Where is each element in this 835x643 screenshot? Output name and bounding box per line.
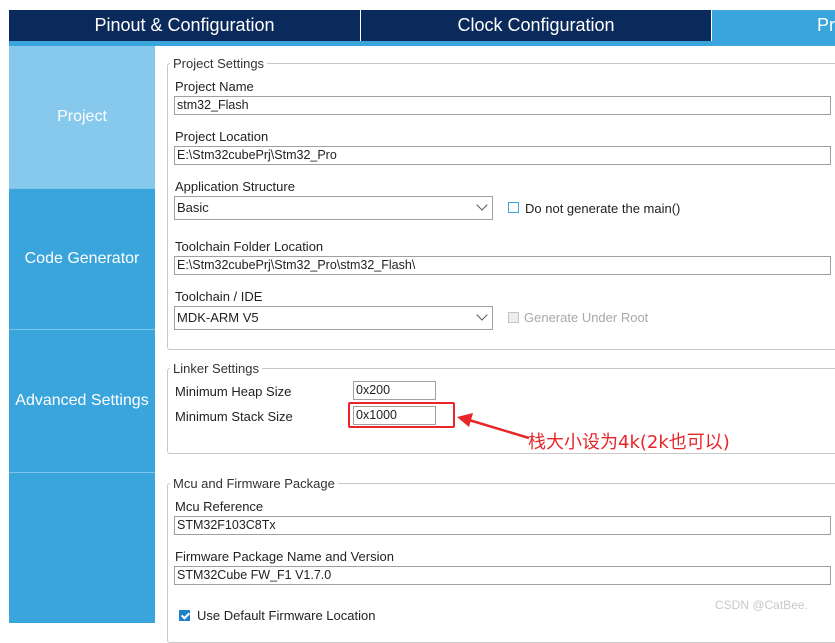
toolchain-ide-label: Toolchain / IDE (175, 289, 263, 304)
application-structure-select[interactable]: Basic (174, 196, 493, 220)
sidebar-item-advanced-settings[interactable]: Advanced Settings (9, 330, 155, 473)
top-tab-bar: Pinout & Configuration Clock Configurati… (0, 0, 835, 46)
application-structure-value: Basic (177, 200, 209, 215)
application-structure-label: Application Structure (175, 179, 295, 194)
use-default-firmware-location-checkbox[interactable] (179, 610, 190, 621)
minimum-heap-size-label: Minimum Heap Size (175, 384, 292, 399)
tab-project-manager[interactable]: Pr (712, 10, 835, 41)
tab-clock-configuration[interactable]: Clock Configuration (361, 10, 711, 41)
sidebar-item-label: Project (57, 108, 107, 125)
do-not-generate-main-label: Do not generate the main() (525, 201, 681, 216)
generate-under-root-checkbox[interactable] (508, 312, 519, 323)
project-location-label: Project Location (175, 129, 269, 144)
watermark: CSDN @CatBee. (715, 598, 808, 612)
project-name-label: Project Name (175, 79, 254, 94)
toolchain-ide-value: MDK-ARM V5 (177, 310, 259, 325)
sidebar-item-label: Code Generator (24, 250, 140, 267)
sidebar-item-label: Advanced Settings (15, 392, 149, 409)
minimum-stack-size-label: Minimum Stack Size (175, 409, 293, 424)
do-not-generate-main-checkbox[interactable] (508, 202, 519, 213)
use-default-firmware-location-label: Use Default Firmware Location (197, 608, 376, 623)
minimum-heap-size-input[interactable]: 0x200 (353, 381, 436, 400)
main-panel: Project Settings Project Name stm32_Flas… (155, 46, 835, 643)
toolchain-ide-select[interactable]: MDK-ARM V5 (174, 306, 493, 330)
annotation-arrow-icon (457, 413, 530, 440)
mcu-reference-input[interactable]: STM32F103C8Tx (174, 516, 831, 535)
sidebar: Project Code Generator Advanced Settings (9, 46, 155, 623)
chevron-down-icon (476, 309, 488, 321)
stack-size-highlight-box (348, 402, 455, 428)
project-location-input[interactable]: E:\Stm32cubePrj\Stm32_Pro (174, 146, 831, 165)
toolchain-folder-input[interactable]: E:\Stm32cubePrj\Stm32_Pro\stm32_Flash\ (174, 256, 831, 275)
project-name-input[interactable]: stm32_Flash (174, 96, 831, 115)
firmware-package-label: Firmware Package Name and Version (175, 549, 394, 564)
toolchain-folder-label: Toolchain Folder Location (175, 239, 324, 254)
linker-settings-title: Linker Settings (170, 361, 262, 376)
firmware-package-input[interactable]: STM32Cube FW_F1 V1.7.0 (174, 566, 831, 585)
tab-pinout-configuration[interactable]: Pinout & Configuration (9, 10, 360, 41)
sidebar-item-code-generator[interactable]: Code Generator (9, 189, 155, 330)
mcu-firmware-title: Mcu and Firmware Package (170, 476, 338, 491)
annotation-text: 栈大小设为4k(2k也可以) (528, 432, 730, 453)
project-settings-title: Project Settings (170, 56, 268, 71)
chevron-down-icon (476, 199, 488, 211)
sidebar-item-project[interactable]: Project (9, 46, 155, 189)
mcu-reference-label: Mcu Reference (175, 499, 264, 514)
generate-under-root-label: Generate Under Root (524, 310, 649, 325)
